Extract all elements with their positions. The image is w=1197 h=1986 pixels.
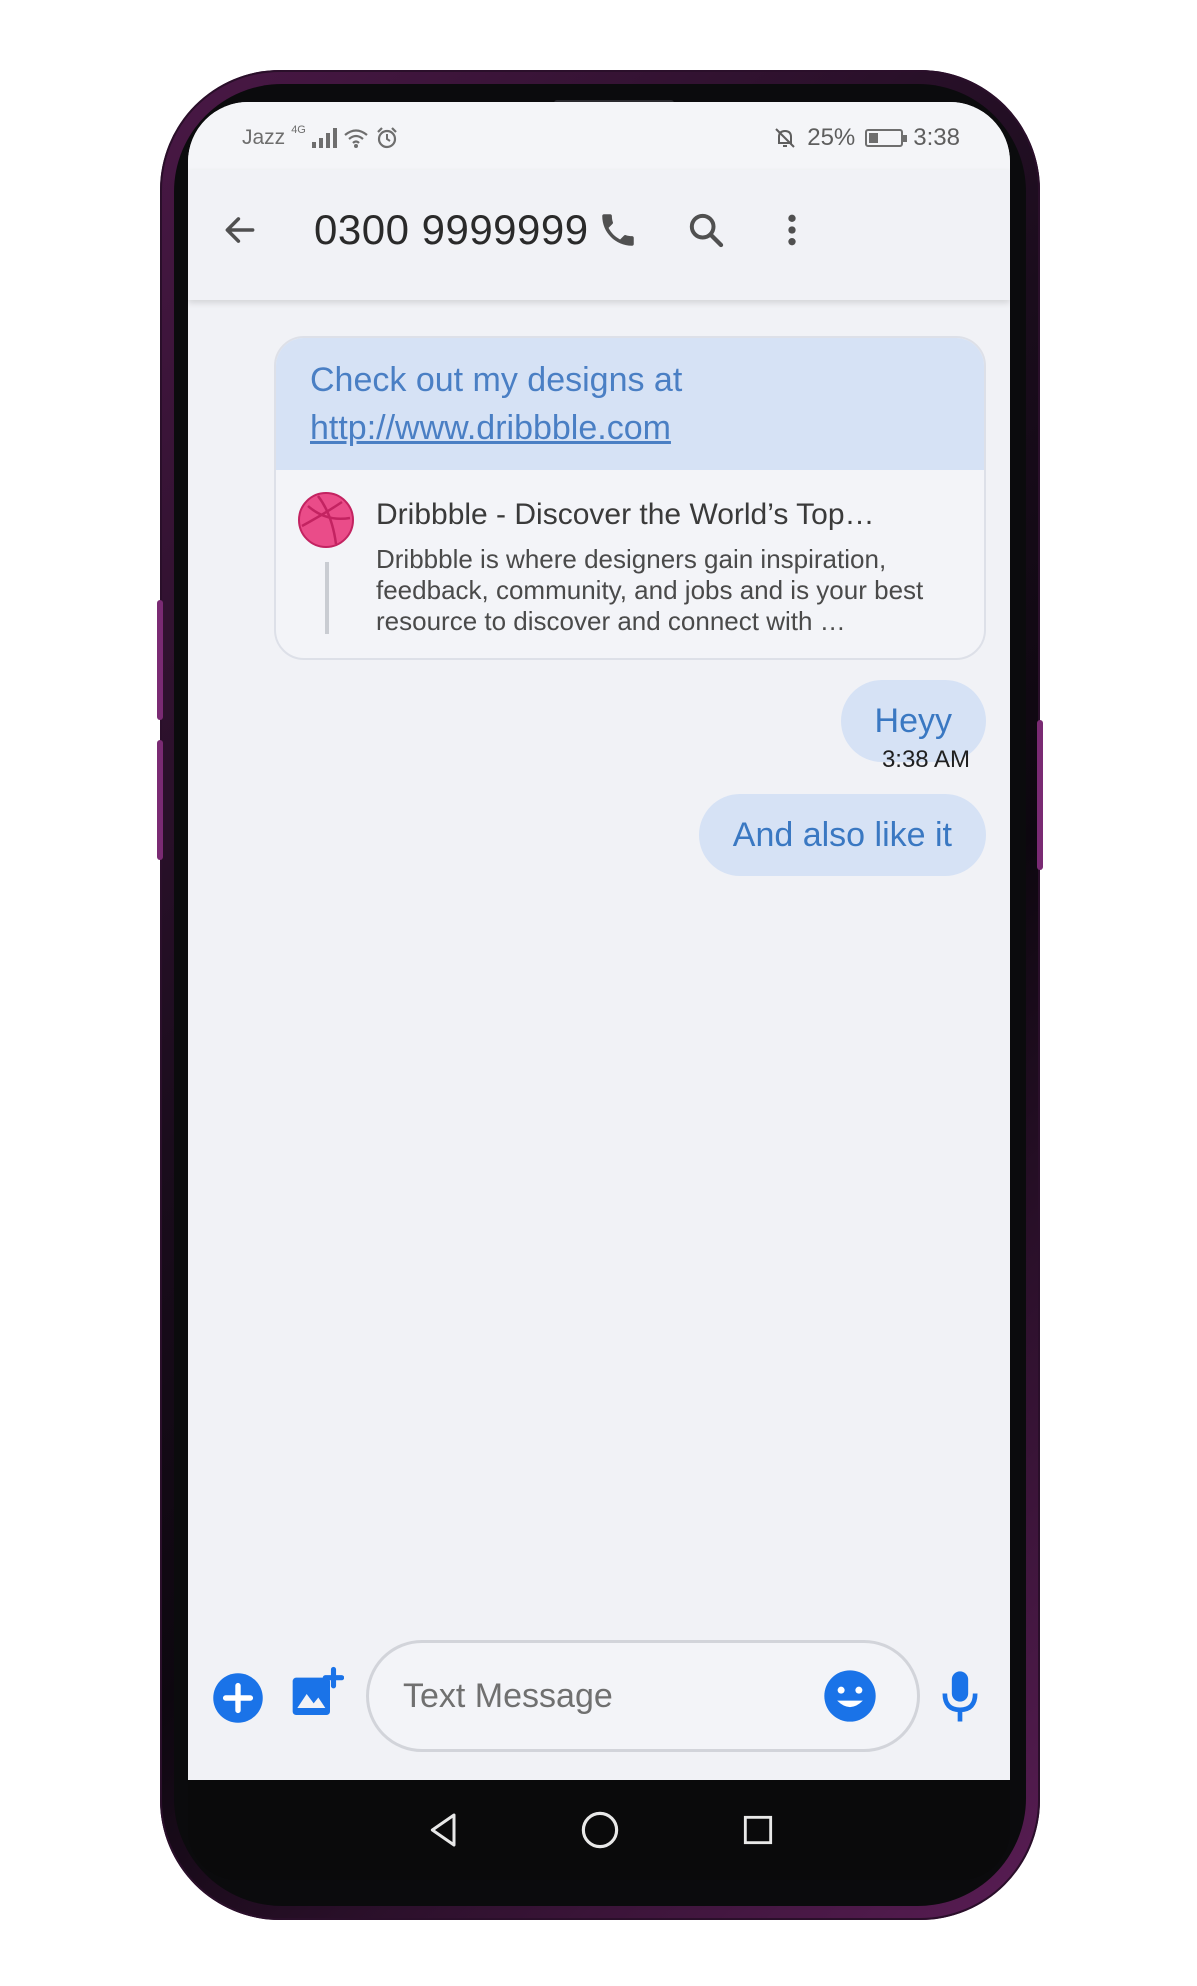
battery-icon <box>865 129 908 147</box>
volume-button <box>157 600 163 720</box>
status-time: 3:38 <box>913 124 960 151</box>
message-link[interactable]: http://www.dribbble.com <box>310 404 950 452</box>
search-icon <box>689 213 724 248</box>
link-preview[interactable]: Dribbble - Discover the World’s Top… Dri… <box>276 470 984 658</box>
microphone-icon <box>942 1671 978 1722</box>
add-circle-icon <box>213 1673 263 1723</box>
preview-title: Dribbble - Discover the World’s Top… <box>376 498 875 531</box>
wifi-icon <box>344 129 368 148</box>
search-button[interactable] <box>676 200 736 260</box>
add-image-button[interactable] <box>284 1662 348 1726</box>
more-vert-icon <box>788 214 796 246</box>
link-message-card[interactable]: Check out my designs at http://www.dribb… <box>274 336 986 660</box>
link-message-text: Check out my designs at http://www.dribb… <box>276 338 984 470</box>
compose-bar <box>188 1622 1010 1752</box>
screen: Jazz 4G 25% 3:38 0300 9999999 Check out … <box>188 102 1010 1780</box>
message-input-container[interactable] <box>366 1640 920 1752</box>
preview-divider <box>325 562 329 634</box>
battery-percent: 25% <box>807 124 856 151</box>
message-timestamp: 3:38 AM <box>881 746 970 773</box>
nav-home-icon <box>581 1811 619 1849</box>
preview-description: Dribbble is where designers gain inspira… <box>376 544 924 636</box>
carrier-label: Jazz <box>242 126 286 149</box>
message-bubble[interactable]: And also like it <box>698 794 986 876</box>
message-text: Heyy <box>874 701 952 740</box>
dribbble-logo-icon <box>298 492 354 548</box>
phone-icon <box>602 214 634 246</box>
signal-icon <box>311 128 337 148</box>
message-text: And also like it <box>732 815 952 854</box>
message-input[interactable] <box>401 1669 805 1723</box>
call-button[interactable] <box>588 200 648 260</box>
network-type-label: 4G <box>291 124 306 136</box>
more-options-button[interactable] <box>762 200 822 260</box>
nav-back-button[interactable] <box>416 1802 472 1858</box>
emoji-button[interactable] <box>819 1665 881 1727</box>
back-arrow-icon <box>225 217 255 243</box>
nav-recents-button[interactable] <box>730 1802 786 1858</box>
emoji-icon <box>824 1670 876 1722</box>
power-button <box>1037 720 1043 870</box>
message-text: Check out my designs at <box>310 361 683 399</box>
nav-back-icon <box>430 1813 456 1847</box>
back-button[interactable] <box>210 200 270 260</box>
nav-recents-icon <box>743 1815 773 1845</box>
notifications-off-icon <box>775 128 795 148</box>
navigation-bar <box>188 1780 1010 1880</box>
voice-input-button[interactable] <box>928 1662 992 1732</box>
message-list[interactable]: Check out my designs at http://www.dribb… <box>188 300 1010 1610</box>
app-bar: 0300 9999999 <box>188 170 1010 300</box>
status-left: Jazz 4G <box>242 124 399 150</box>
volume-button-2 <box>157 740 163 860</box>
conversation-title: 0300 9999999 <box>314 206 589 253</box>
nav-home-button[interactable] <box>572 1802 628 1858</box>
alarm-icon <box>377 127 397 149</box>
add-attachment-button[interactable] <box>206 1666 270 1730</box>
status-right: 25% 3:38 <box>773 124 960 152</box>
status-bar: Jazz 4G 25% 3:38 <box>188 102 1010 170</box>
add-photo-icon <box>292 1666 344 1715</box>
